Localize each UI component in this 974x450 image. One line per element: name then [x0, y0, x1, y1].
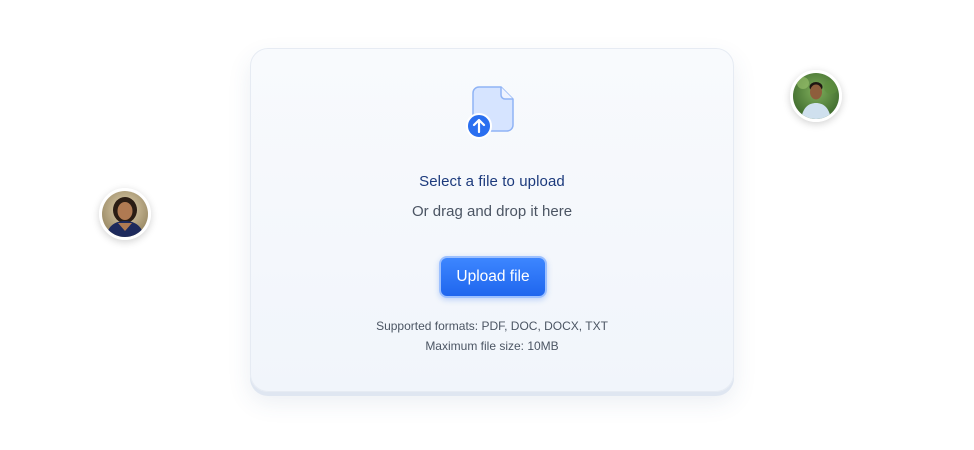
avatar-man-image	[793, 73, 839, 119]
avatar-left	[99, 188, 151, 240]
upload-title: Select a file to upload	[419, 173, 565, 190]
upload-file-button[interactable]: Upload file	[439, 256, 547, 298]
supported-formats-text: Supported formats: PDF, DOC, DOCX, TXT	[376, 319, 608, 333]
avatar-woman-image	[102, 191, 148, 237]
upload-subtitle: Or drag and drop it here	[411, 203, 573, 220]
avatar-right	[790, 70, 842, 122]
file-upload-icon	[466, 86, 514, 139]
max-file-size-text: Maximum file size: 10MB	[425, 339, 559, 353]
page: Select a file to upload Or drag and drop…	[0, 0, 974, 450]
upload-card[interactable]: Select a file to upload Or drag and drop…	[250, 48, 734, 392]
